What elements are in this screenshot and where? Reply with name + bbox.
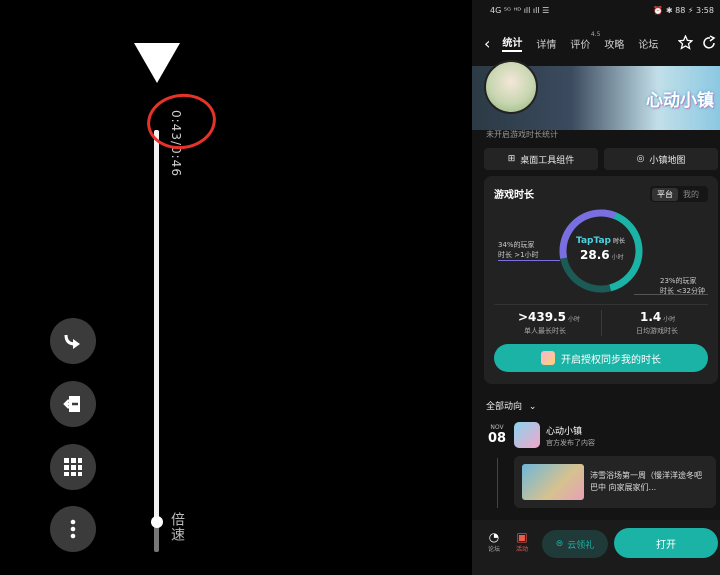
seg-platform[interactable]: 平台 [652,187,678,201]
total-hours: 28.6 小时 [580,248,624,262]
video-player[interactable]: 0:43/0:46 倍速 [0,0,472,575]
brand-suffix: 时长 [613,238,626,245]
bottom-bar: ◔ 论坛 ▣ 活动 ⊜ 云领礼 打开 [472,520,720,575]
widget-label: 桌面工具组件 [520,155,575,166]
total-hours-value: 28.6 [580,248,610,262]
exit-button[interactable] [50,381,96,427]
feed-filter[interactable]: 全部动向 ⌄ [486,399,536,412]
speed-label[interactable]: 倍速 [167,512,187,542]
grid-button[interactable] [50,444,96,490]
card-divider [494,304,708,305]
stat-divider [601,310,602,336]
feed-item-subtitle: 官方发布了内容 [546,439,595,447]
tab-guides[interactable]: 攻略 [604,36,624,51]
open-game-button[interactable]: 打开 [614,528,718,558]
status-right: ⏰ ✱ 88 ⚡ 3:58 [653,6,714,15]
map-pin-icon: ◎ [636,154,645,164]
right-note-line1: 23%的玩家 [660,277,697,285]
tab-reviews-label: 评价 [570,39,591,51]
grid-icon [64,458,82,476]
pause-play-icon[interactable] [134,43,180,83]
tab-reviews[interactable]: 评价 4.5 [570,31,600,51]
feed-filter-label: 全部动向 [486,402,523,412]
exit-icon [63,396,80,412]
forward-button[interactable] [50,318,96,364]
stat-daily-value: 1.4 [640,310,662,324]
feed-date-month: NOV [490,424,504,431]
feed-date: NOV 08 [486,424,508,446]
chat-icon: ◔ [488,530,500,544]
seek-thumb[interactable] [151,516,163,529]
status-bar: 4G ⁵ᴳ ᴴᴰ ıll ıll ☰ ⏰ ✱ 88 ⚡ 3:58 [472,6,720,22]
timeline-line [497,458,498,508]
card-title: 游戏时长 [494,190,534,201]
map-label: 小镇地图 [649,155,686,166]
more-icon [70,519,76,539]
town-map-button[interactable]: ◎ 小镇地图 [604,148,718,170]
star-icon[interactable] [678,35,693,50]
left-note-line2: 时长 >1小时 [498,251,539,259]
stat-daily-label: 日均游戏时长 [636,327,678,335]
more-button[interactable] [50,506,96,552]
tracking-note: 未开启游戏时长统计 [486,130,558,139]
cloud-gift-button[interactable]: ⊜ 云领礼 [542,530,608,558]
top-nav: ‹ 统计 详情 评价 4.5 攻略 论坛 [472,28,720,58]
forward-icon [64,334,80,349]
game-logo: 心动小镇 [646,91,714,111]
stat-max: >439.5 小时 [518,310,580,324]
tab-forum[interactable]: 论坛 [638,36,658,51]
gift-icon: ▣ [516,530,528,544]
avatar[interactable] [484,60,538,114]
platform-mine-toggle[interactable]: 平台 我的 [650,186,708,202]
game-app-icon[interactable] [514,422,540,448]
gift-tab[interactable]: ▣ 活动 [512,530,532,553]
stat-daily: 1.4 小时 [640,310,675,324]
right-note: 23%的玩家 时长 <32分钟 [660,276,705,296]
status-left: 4G ⁵ᴳ ᴴᴰ ıll ıll ☰ [490,6,550,15]
feed-post-card[interactable]: 沛雪浴场第一周（慢洋洋途冬吧 巴中 向家展家们... [514,456,716,508]
left-note-line1: 34%的玩家 [498,241,535,249]
stat-max-value: >439.5 [518,310,567,324]
cloud-gift-label: 云领礼 [567,540,595,551]
tab-stats[interactable]: 统计 [502,34,523,52]
sync-label: 开启授权同步我的时长 [561,354,661,366]
time-total: 0:46 [169,146,183,177]
stat-max-label: 单人最长时长 [524,327,566,335]
feed-item-title[interactable]: 心动小镇 [546,424,582,437]
seg-mine[interactable]: 我的 [678,188,704,201]
widget-grid-icon: ⊞ [507,154,516,164]
chevron-down-icon: ⌄ [528,402,537,412]
forum-tab-label: 论坛 [487,546,500,553]
brand-name: TapTap [576,236,611,246]
review-score-badge: 4.5 [590,30,601,38]
feed-date-day: 08 [487,431,507,446]
left-note-line [498,260,560,261]
game-thumb-icon [541,351,555,365]
sync-playtime-button[interactable]: 开启授权同步我的时长 [494,344,708,372]
stat-max-unit: 小时 [568,316,581,323]
left-note: 34%的玩家 时长 >1小时 [498,240,539,260]
back-icon[interactable]: ‹ [484,34,490,53]
gift-tab-label: 活动 [515,546,528,553]
total-hours-unit: 小时 [611,254,624,261]
tab-details[interactable]: 详情 [536,36,556,51]
taptap-brand: TapTap 时长 [576,236,625,246]
desktop-widget-button[interactable]: ⊞ 桌面工具组件 [484,148,598,170]
right-note-line [634,294,708,295]
app-screen: 4G ⁵ᴳ ᴴᴰ ıll ıll ☰ ⏰ ✱ 88 ⚡ 3:58 ‹ 统计 详情… [472,0,720,575]
gamepad-icon: ⊜ [555,539,564,549]
seek-progress-fill [154,130,159,523]
stat-daily-unit: 小时 [663,316,676,323]
forum-tab[interactable]: ◔ 论坛 [484,530,504,553]
post-text: 沛雪浴场第一周（慢洋洋途冬吧 巴中 向家展家们... [590,471,702,492]
post-thumbnail [522,464,584,500]
share-icon[interactable] [702,35,717,50]
playtime-card: 游戏时长 平台 我的 TapTap 时长 28.6 小时 34%的玩家 时长 >1小… [484,176,718,384]
open-label: 打开 [656,539,676,551]
